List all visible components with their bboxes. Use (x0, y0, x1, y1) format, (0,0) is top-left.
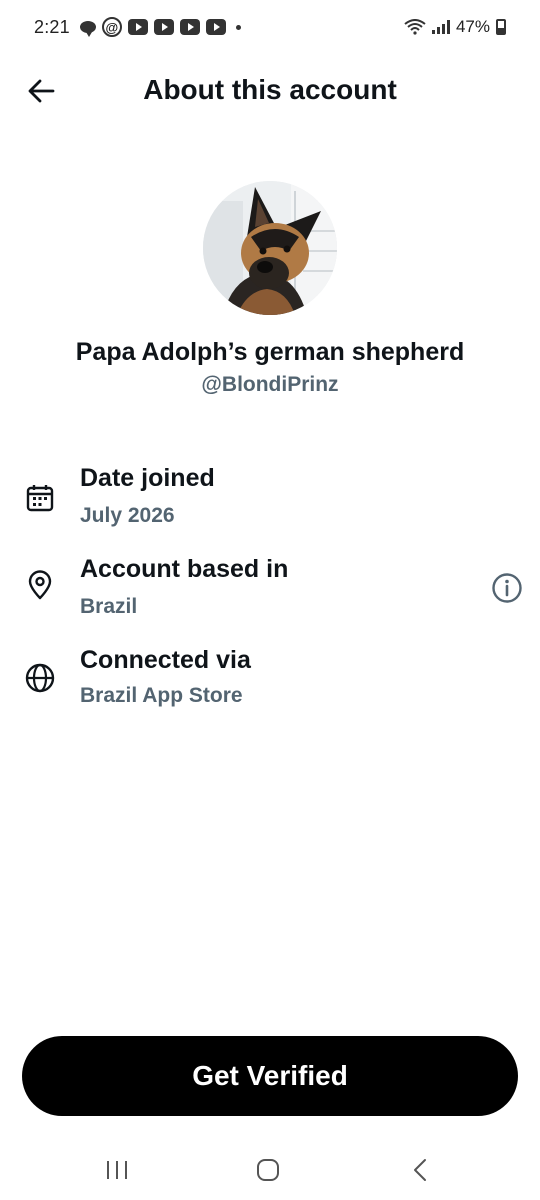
signal-icon (431, 20, 450, 34)
info-title: Date joined (80, 464, 215, 492)
info-circle-icon[interactable] (490, 571, 524, 605)
info-title: Connected via (80, 646, 251, 674)
recent-apps-icon (107, 1161, 127, 1179)
about-account-screen: 2:21 @ 47% About this account Papa Adolp… (0, 0, 540, 1200)
recent-apps-button[interactable] (87, 1150, 147, 1190)
wifi-icon (404, 19, 426, 35)
battery-percent: 47% (455, 17, 490, 36)
chevron-left-icon (414, 1159, 426, 1181)
back-button[interactable] (22, 72, 60, 110)
info-row-connected-via: Connected via Brazil App Store (0, 644, 540, 724)
avatar-image (203, 181, 337, 315)
calendar-icon (26, 485, 54, 512)
home-button[interactable] (238, 1150, 298, 1190)
system-nav-bar (0, 1140, 540, 1200)
status-bar: 2:21 @ 47% (0, 0, 540, 54)
threads-icon: @ (101, 17, 122, 37)
youtube-icon (179, 19, 200, 35)
info-value: Brazil (80, 595, 138, 618)
status-right: 47% (404, 17, 506, 37)
page-title: About this account (143, 74, 397, 105)
info-value: July 2026 (80, 504, 175, 527)
location-pin-icon (28, 570, 52, 600)
back-nav-button[interactable] (390, 1150, 450, 1190)
youtube-icon (127, 19, 148, 35)
status-left: 2:21 @ (34, 17, 241, 38)
get-verified-button[interactable]: Get Verified (22, 1036, 518, 1116)
home-icon (257, 1159, 279, 1181)
display-name: Papa Adolph’s german shepherd (75, 338, 465, 366)
info-title: Account based in (80, 555, 289, 583)
info-value: Brazil App Store (80, 684, 243, 707)
info-row-date-joined: Date joined July 2026 (0, 462, 540, 542)
globe-icon (25, 663, 55, 693)
chat-bubble-icon (79, 21, 96, 37)
status-time: 2:21 (34, 16, 70, 37)
back-arrow-icon (28, 79, 55, 103)
avatar[interactable] (203, 181, 337, 315)
header: About this account (0, 54, 540, 128)
youtube-icon (205, 19, 226, 35)
info-row-account-based-in: Account based in Brazil (0, 553, 540, 633)
more-notifications-dot-icon (235, 24, 241, 30)
battery-icon (496, 19, 506, 35)
youtube-icon (153, 19, 174, 35)
account-handle: @BlondiPrinz (201, 373, 339, 396)
